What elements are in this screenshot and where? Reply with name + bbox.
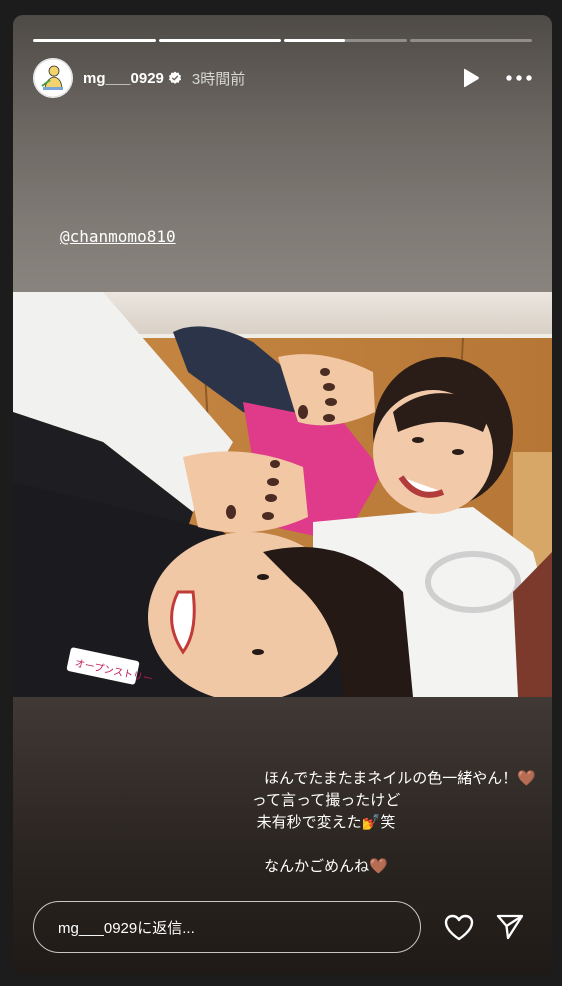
play-icon[interactable] [462, 68, 480, 88]
caption-line-1: ほんでたまたまネイルの色一緒やん！🤎 [263, 769, 536, 787]
progress-segment [284, 39, 407, 42]
caption-line-2: って言って撮ったけど [251, 791, 401, 809]
more-icon[interactable] [506, 75, 532, 81]
progress-segment [33, 39, 156, 42]
reply-input[interactable]: mg___0929に返信... [33, 901, 421, 953]
brown-heart-emoji: 🤎 [517, 769, 536, 787]
timestamp: 3時間前 [191, 70, 246, 88]
avatar-illustration [33, 58, 73, 98]
brown-heart-emoji: 🤎 [369, 857, 388, 875]
send-icon[interactable] [496, 914, 524, 940]
username[interactable]: mg___0929 [83, 70, 164, 87]
heart-icon[interactable] [444, 914, 474, 941]
story-footer: mg___0929に返信... [33, 900, 532, 954]
avatar[interactable] [33, 58, 73, 98]
story-progress-bar [33, 39, 532, 42]
progress-segment [409, 39, 532, 42]
mention-sticker[interactable]: @chanmomo810 [60, 227, 176, 246]
progress-segment [158, 39, 281, 42]
story-caption: ほんでたまたまネイルの色一緒やん！🤎 って言って撮ったけど 未有秒で変えた💅笑 … [116, 767, 536, 877]
caption-line-4: なんかごめんね🤎 [264, 857, 388, 875]
verified-icon [168, 71, 182, 85]
caption-line-3: 未有秒で変えた💅笑 [256, 813, 396, 831]
story-photo: オープンストリー [13, 292, 552, 697]
nail-polish-emoji: 💅 [361, 813, 381, 831]
story-header: mg___0929 3時間前 [33, 57, 532, 99]
story-viewer: mg___0929 3時間前 @chanmomo810 オープンストリー ほんで… [13, 15, 552, 975]
